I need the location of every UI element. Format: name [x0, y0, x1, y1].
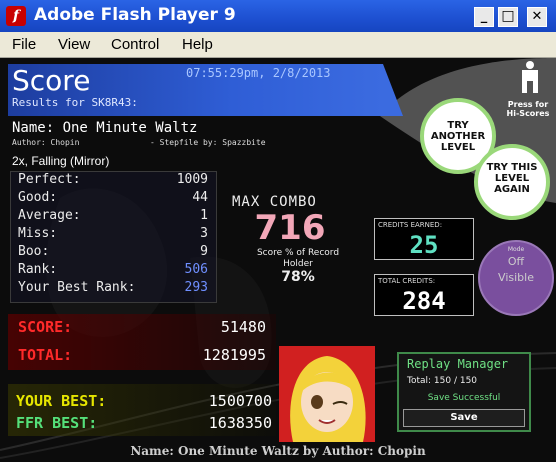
replay-manager-title: Replay Manager [407, 357, 509, 371]
flash-app-icon: f [6, 6, 26, 26]
stat-label: Your Best Rank: [18, 280, 136, 295]
title-bar[interactable]: f Adobe Flash Player 9 _ □ ✕ [0, 0, 556, 32]
character-portrait [279, 346, 375, 442]
stat-value: 1 [200, 208, 208, 223]
stat-label: Average: [18, 208, 81, 223]
stat-label: Boo: [18, 244, 50, 259]
song-name: Name: One Minute Waltz [12, 120, 198, 136]
your-best-value: 1500700 [208, 392, 272, 410]
song-modifier: 2x, Falling (Mirror) [12, 154, 110, 168]
credits-earned-label: CREDITS EARNED: [378, 221, 443, 229]
stepfile-author: - Stepfile by: Spazzbite [150, 138, 266, 147]
trophy-runner-icon [522, 61, 538, 93]
total-credits-value: 284 [402, 287, 446, 315]
menu-help[interactable]: Help [182, 36, 213, 53]
stat-label: Perfect: [18, 172, 81, 187]
stat-value: 44 [192, 190, 208, 205]
hi-scores-label: Hi-Scores [506, 109, 550, 118]
stat-value: 9 [200, 244, 208, 259]
try-this-level-again-button[interactable]: TRY THIS LEVEL AGAIN [474, 144, 550, 220]
footer-song-info: Name: One Minute Waltz by Author: Chopin [130, 444, 426, 458]
menu-bar: File View Control Help [0, 32, 556, 58]
mode-value: Visible [498, 271, 534, 284]
menu-file[interactable]: File [12, 36, 36, 53]
ffr-best-value: 1638350 [208, 414, 272, 432]
max-combo-value: 716 [254, 208, 326, 248]
maximize-button[interactable]: □ [498, 7, 518, 27]
stat-value: 506 [184, 262, 208, 277]
ffr-best-label: FFR BEST: [16, 414, 98, 432]
record-holder-label: Score % of Record Holder [256, 248, 340, 269]
total-credits-box: TOTAL CREDITS: 284 [374, 274, 474, 316]
menu-control[interactable]: Control [111, 36, 159, 53]
close-button[interactable]: ✕ [527, 7, 547, 27]
credits-earned-value: 25 [409, 231, 439, 259]
score-value: 51480 [220, 318, 266, 336]
page-title: Score [12, 64, 91, 97]
total-label: TOTAL: [18, 346, 73, 364]
stat-label: Miss: [18, 226, 58, 241]
press-for-label: Press for [507, 100, 549, 109]
total-value: 1281995 [202, 346, 266, 364]
credits-earned-box: CREDITS EARNED: 25 [374, 218, 474, 260]
minimize-button[interactable]: _ [474, 7, 494, 27]
game-stage: Score 07:55:29pm, 2/8/2013 Results for S… [0, 58, 556, 462]
your-best-label: YOUR BEST: [16, 392, 107, 410]
window-title: Adobe Flash Player 9 [34, 5, 236, 25]
stat-value: 3 [200, 226, 208, 241]
stat-label: Rank: [18, 262, 58, 277]
menu-view[interactable]: View [58, 36, 90, 53]
record-holder-value: 78% [281, 269, 315, 285]
score-label: SCORE: [18, 318, 73, 336]
results-subtitle: Results for SK8R43: [12, 96, 138, 109]
song-author: Author: Chopin [12, 138, 80, 147]
replay-total: Total: 150 / 150 [407, 376, 478, 386]
total-credits-label: TOTAL CREDITS: [378, 277, 436, 285]
stat-value: 1009 [176, 172, 208, 187]
stat-label: Good: [18, 190, 58, 205]
visibility-mode-toggle[interactable]: Mode Off Visible [478, 240, 554, 316]
replay-save-button[interactable]: Save [403, 409, 525, 427]
avatar [290, 356, 366, 442]
replay-status: Save Successful [427, 393, 501, 403]
header-corner [383, 64, 403, 116]
timestamp: 07:55:29pm, 2/8/2013 [186, 66, 331, 80]
mode-label: Mode [507, 246, 525, 253]
mode-state: Off [507, 255, 525, 268]
hi-scores-button[interactable]: Press for Hi-Scores [500, 60, 556, 136]
replay-manager-panel: Replay Manager Total: 150 / 150 Save Suc… [397, 352, 531, 432]
stat-value: 293 [184, 280, 208, 295]
